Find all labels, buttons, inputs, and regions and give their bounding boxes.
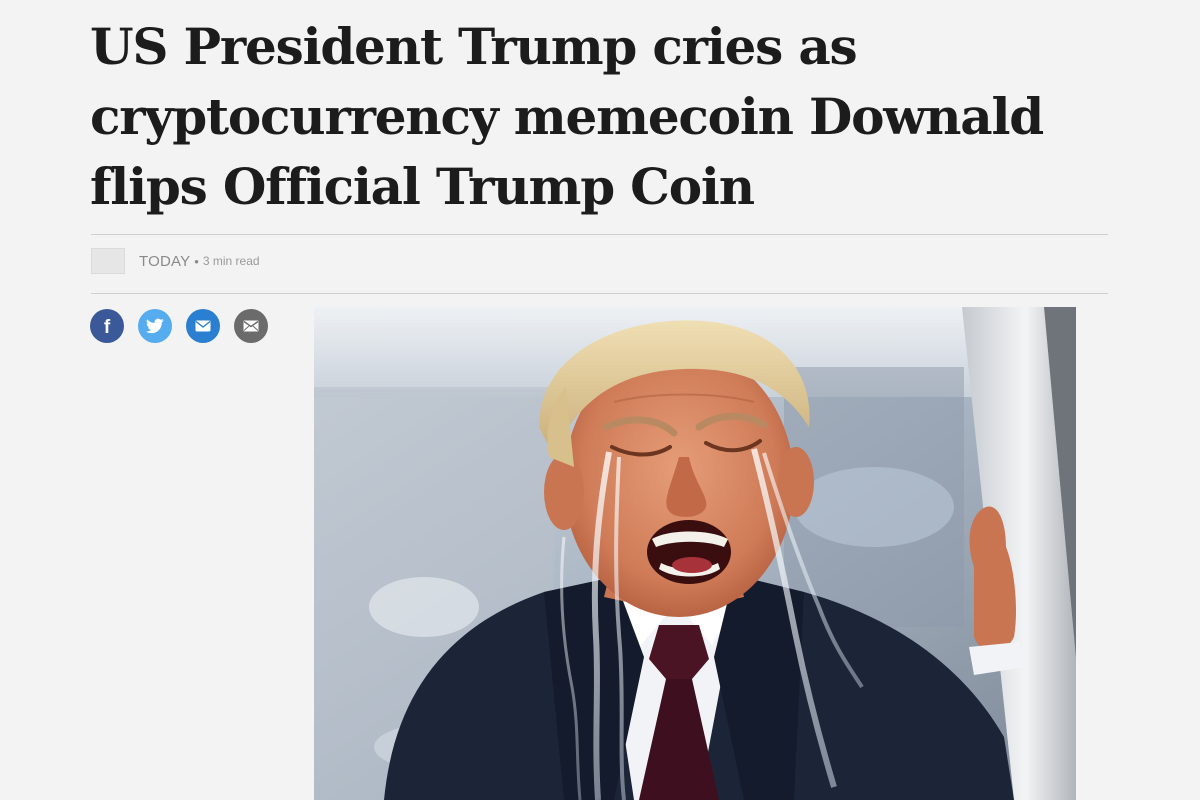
article-headline: US President Trump cries as cryptocurren…: [90, 17, 1044, 216]
share-message-button[interactable]: [186, 309, 220, 343]
divider-bottom: [91, 293, 1108, 294]
article-page: US President Trump cries as cryptocurren…: [0, 0, 1200, 800]
message-icon: [195, 320, 211, 332]
author-avatar: [91, 248, 125, 274]
share-twitter-button[interactable]: [138, 309, 172, 343]
photo-illustration: [314, 307, 1076, 800]
share-bar: f: [90, 309, 268, 343]
byline-source[interactable]: TODAY: [139, 253, 190, 270]
email-icon: [243, 320, 259, 332]
byline-separator: •: [194, 253, 199, 269]
share-facebook-button[interactable]: f: [90, 309, 124, 343]
byline-read-time: 3 min read: [202, 254, 260, 268]
share-email-button[interactable]: [234, 309, 268, 343]
twitter-icon: [146, 318, 164, 334]
byline: TODAY • 3 min read: [91, 247, 260, 275]
facebook-icon: f: [103, 316, 111, 338]
article-photo: [314, 307, 1076, 800]
divider-top: [91, 234, 1108, 235]
